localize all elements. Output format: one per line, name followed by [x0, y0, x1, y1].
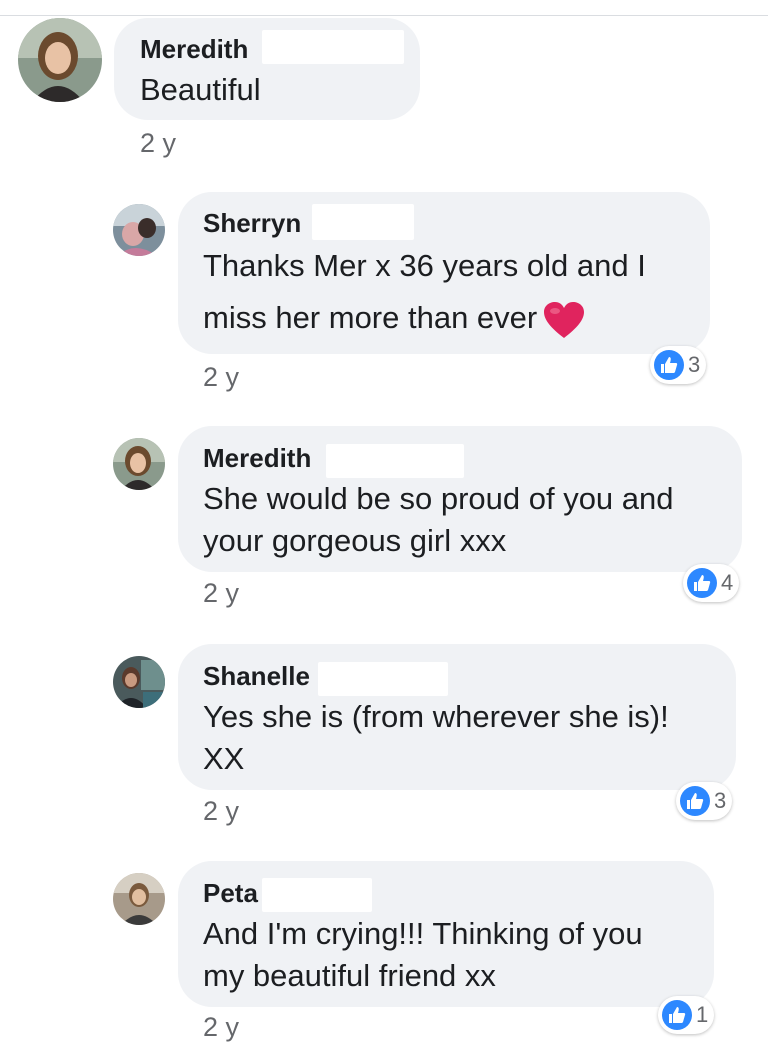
comment-timestamp[interactable]: 2 y [203, 578, 239, 609]
commenter-name[interactable]: Meredith [140, 34, 248, 65]
like-icon [680, 786, 710, 816]
redacted-surname [262, 30, 404, 64]
comment-timestamp[interactable]: 2 y [203, 362, 239, 393]
comment-text: And I'm crying!!! Thinking of you [203, 916, 643, 951]
comment-timestamp[interactable]: 2 y [140, 128, 176, 159]
reaction-count: 1 [696, 1002, 709, 1027]
reaction-count: 4 [721, 570, 734, 595]
reaction-count-badge[interactable]: 3 [676, 782, 733, 820]
reaction-count-badge[interactable]: 4 [683, 564, 740, 602]
redacted-surname [318, 662, 448, 696]
commenter-name[interactable]: Shanelle [203, 661, 310, 692]
like-icon [687, 568, 717, 598]
avatar-peta[interactable] [113, 873, 165, 925]
reaction-count: 3 [714, 788, 727, 813]
reaction-count-badge[interactable]: 3 [650, 346, 707, 384]
red-heart-emoji [544, 301, 585, 338]
reaction-count-badge[interactable]: 1 [658, 996, 715, 1034]
like-icon [654, 350, 684, 380]
comment-text: XX [203, 741, 245, 776]
commenter-name[interactable]: Sherryn [203, 208, 301, 239]
comment-text: my beautiful friend xx [203, 958, 496, 993]
redacted-surname [326, 444, 464, 478]
comment-timestamp[interactable]: 2 y [203, 1012, 239, 1043]
redacted-surname [262, 878, 372, 912]
comment-text: Thanks Mer x 36 years old and I [203, 248, 646, 283]
commenter-name[interactable]: Peta [203, 878, 258, 909]
avatar-shanelle[interactable] [113, 656, 165, 708]
comment-text: Beautiful [140, 72, 261, 107]
reaction-count: 3 [688, 352, 701, 377]
comment-text: Yes she is (from wherever she is)! [203, 699, 669, 734]
comment-text: She would be so proud of you and [203, 481, 674, 516]
avatar-meredith[interactable] [18, 18, 102, 102]
top-divider [0, 15, 768, 16]
like-icon [662, 1000, 692, 1030]
commenter-name[interactable]: Meredith [203, 443, 311, 474]
comment-text-line: miss her more than ever [203, 300, 538, 335]
comment-text: miss her more than ever [203, 300, 585, 339]
comment-timestamp[interactable]: 2 y [203, 796, 239, 827]
avatar-sherryn[interactable] [113, 204, 165, 256]
avatar-meredith[interactable] [113, 438, 165, 490]
redacted-surname [312, 204, 414, 240]
comment-text: your gorgeous girl xxx [203, 523, 507, 558]
